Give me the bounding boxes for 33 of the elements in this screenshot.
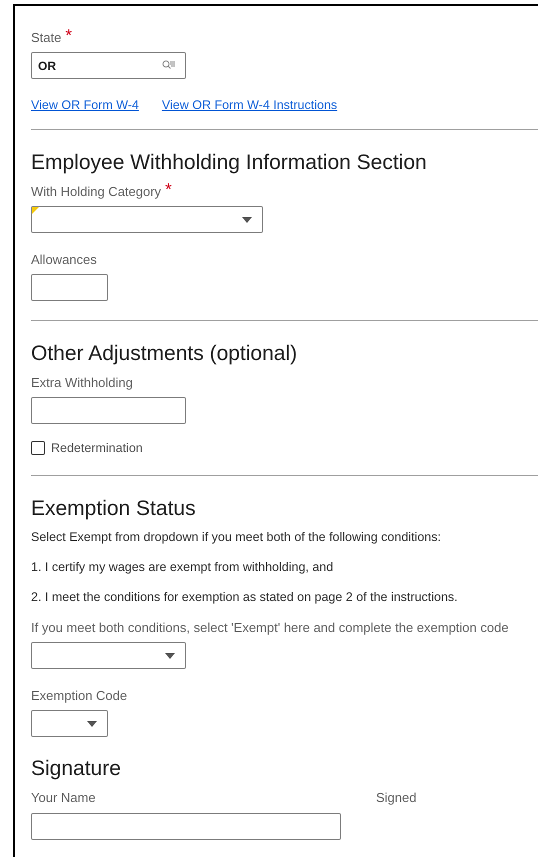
section-heading: Employee Withholding Information Section xyxy=(31,150,428,176)
checkbox[interactable] xyxy=(31,441,45,455)
input-field[interactable] xyxy=(31,813,341,840)
lookup-field[interactable]: OR xyxy=(31,52,186,79)
section-heading: Exemption Status xyxy=(31,496,197,522)
field-label: State xyxy=(31,30,62,45)
dropdown-field[interactable] xyxy=(31,642,186,669)
input-field[interactable] xyxy=(31,397,186,424)
required-marker: * xyxy=(165,184,172,196)
section-heading: Signature xyxy=(31,756,122,782)
field-label: Signed xyxy=(376,790,416,805)
field-label: If you meet both conditions, select 'Exempt' here and complete the exemption code xyxy=(31,620,509,635)
input-field[interactable] xyxy=(31,274,108,301)
caret-icon xyxy=(87,721,97,727)
form-link[interactable]: View OR Form W-4 xyxy=(31,98,139,112)
checkbox-label: Redetermination xyxy=(51,441,143,455)
instruction-text: Select Exempt from dropdown if you meet both of the following conditions: xyxy=(31,530,442,544)
required-marker: * xyxy=(65,30,72,42)
caret-icon xyxy=(242,217,252,223)
instruction-text: 2. I meet the conditions for exemption as stated on page 2 of the instructions. xyxy=(31,590,459,604)
section-heading: Other Adjustments (optional) xyxy=(31,341,298,367)
corner-triangle-icon xyxy=(32,207,39,214)
field-label: Extra Withholding xyxy=(31,375,133,390)
field-label: Exemption Code xyxy=(31,688,128,703)
field-label: Allowances xyxy=(31,252,97,267)
instruction-text: 1. I certify my wages are exempt from withholding, and xyxy=(31,560,334,574)
dropdown-field[interactable] xyxy=(31,206,263,233)
field-label: With Holding Category xyxy=(31,184,162,199)
form-link[interactable]: View OR Form W-4 Instructions xyxy=(162,98,338,112)
dropdown-field[interactable] xyxy=(31,710,108,737)
field-label: Your Name xyxy=(31,790,97,805)
caret-icon xyxy=(165,653,175,659)
search-icon[interactable] xyxy=(162,60,176,70)
